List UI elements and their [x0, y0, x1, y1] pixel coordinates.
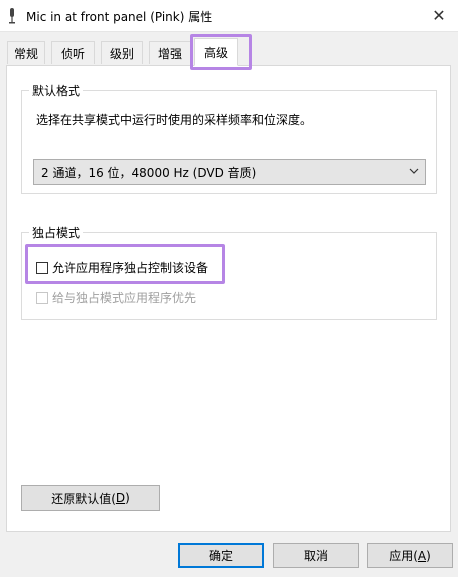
allow-exclusive-checkbox[interactable]: 允许应用程序独占控制该设备: [36, 259, 208, 276]
exclusive-mode-title: 独占模式: [29, 224, 84, 241]
checkbox-box[interactable]: [36, 291, 48, 304]
tab-levels[interactable]: 级别: [101, 41, 143, 64]
default-format-description: 选择在共享模式中运行时使用的采样频率和位深度。: [36, 113, 313, 127]
tab-advanced[interactable]: 高级: [194, 38, 238, 66]
title-bar: Mic in at front panel (Pink) 属性 ✕: [0, 0, 458, 32]
exclusive-mode-group: [21, 232, 437, 320]
tab-general[interactable]: 常规: [7, 41, 45, 64]
tab-label: 侦听: [60, 46, 85, 61]
close-icon: ✕: [432, 6, 446, 25]
exclusive-priority-label: 给与独占模式应用程序优先: [52, 291, 197, 305]
format-dropdown[interactable]: 2 通道，16 位，48000 Hz (DVD 音质): [33, 159, 426, 185]
button-label: 应用(: [389, 549, 418, 563]
restore-defaults-button[interactable]: 还原默认值(D): [21, 485, 160, 511]
tab-label: 增强: [157, 46, 182, 61]
button-label: 确定: [208, 549, 233, 563]
cancel-button[interactable]: 取消: [273, 543, 359, 568]
tab-label: 级别: [109, 46, 134, 61]
tab-listen[interactable]: 侦听: [51, 41, 95, 64]
exclusive-priority-checkbox[interactable]: 给与独占模式应用程序优先: [36, 289, 196, 306]
access-key: A: [417, 548, 427, 563]
default-format-title: 默认格式: [29, 82, 84, 99]
advanced-panel: 默认格式 选择在共享模式中运行时使用的采样频率和位深度。 2 通道，16 位，4…: [6, 65, 451, 532]
apply-button[interactable]: 应用(A): [367, 543, 453, 568]
checkbox-box[interactable]: [36, 261, 48, 274]
access-key: D: [115, 491, 126, 505]
close-button[interactable]: ✕: [420, 0, 458, 31]
allow-exclusive-label: 允许应用程序独占控制该设备: [52, 261, 209, 275]
ok-button[interactable]: 确定: [178, 543, 264, 568]
tab-enhancements[interactable]: 增强: [149, 41, 191, 64]
button-label-suffix: ): [125, 491, 130, 505]
format-dropdown-value: 2 通道，16 位，48000 Hz (DVD 音质): [41, 165, 257, 180]
tab-label: 常规: [13, 46, 38, 61]
window-title: Mic in at front panel (Pink) 属性: [26, 10, 213, 24]
chevron-down-icon: [409, 168, 419, 174]
tab-label: 高级: [203, 45, 228, 60]
button-label: 还原默认值(: [51, 491, 116, 506]
button-label-suffix: ): [426, 548, 431, 563]
button-label: 取消: [303, 549, 328, 563]
microphone-icon: [9, 8, 15, 24]
